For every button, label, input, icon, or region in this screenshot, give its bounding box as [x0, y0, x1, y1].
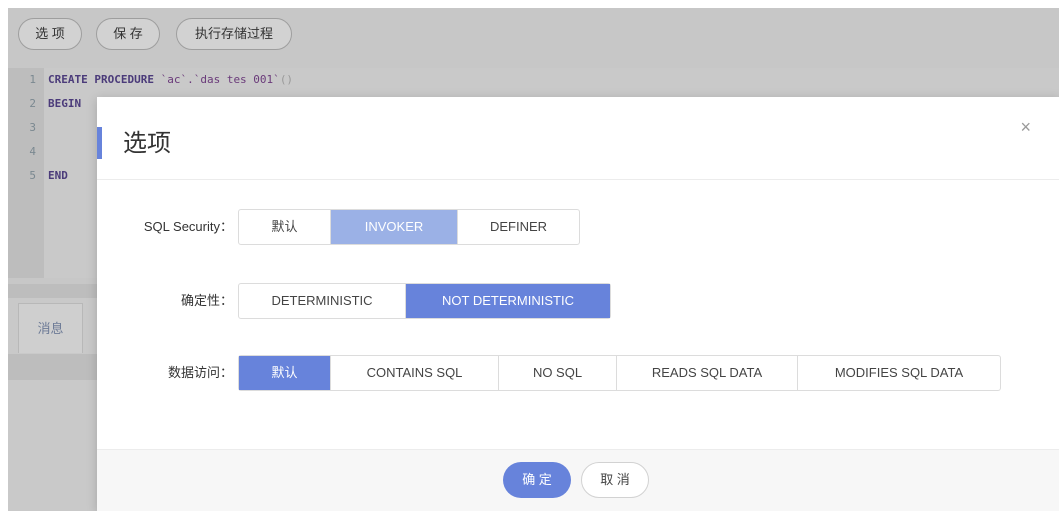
code-line: 1 CREATE PROCEDURE `ac`.`das tes 001`(): [8, 68, 293, 92]
close-icon[interactable]: ×: [1020, 117, 1031, 137]
deterministic-label: 确定性：: [180, 293, 233, 308]
code-keyword: BEGIN: [48, 97, 82, 110]
deterministic-selector: DETERMINISTIC NOT DETERMINISTIC: [238, 283, 611, 319]
save-button[interactable]: 保 存: [96, 18, 160, 50]
deterministic-option-not-deterministic[interactable]: NOT DETERMINISTIC: [406, 284, 610, 318]
data-access-option-default[interactable]: 默认: [239, 356, 331, 390]
title-divider: [97, 179, 1059, 180]
line-number: 1: [29, 73, 36, 86]
cancel-button[interactable]: 取 消: [581, 462, 649, 498]
line-number: 4: [29, 145, 36, 158]
line-number: 2: [29, 97, 36, 110]
options-button[interactable]: 选 项: [18, 18, 82, 50]
execute-procedure-button[interactable]: 执行存储过程: [176, 18, 292, 50]
code-keyword: END: [48, 169, 68, 182]
code-identifier: `ac`.`das tes 001`: [153, 73, 280, 86]
code-line: 5 END: [8, 164, 68, 188]
sql-security-option-definer[interactable]: DEFINER: [458, 210, 579, 244]
sql-security-selector: 默认 INVOKER DEFINER: [238, 209, 580, 245]
data-access-option-modifies-sql-data[interactable]: MODIFIES SQL DATA: [798, 356, 1000, 390]
data-access-selector: 默认 CONTAINS SQL NO SQL READS SQL DATA MO…: [238, 355, 1001, 391]
options-dialog: 选项 × SQL Security： 默认 INVOKER DEFINER 确定…: [97, 97, 1059, 511]
data-access-option-no-sql[interactable]: NO SQL: [499, 356, 617, 390]
dialog-footer: 确 定 取 消: [97, 449, 1059, 511]
code-line: 3: [8, 116, 36, 140]
toolbar: 选 项 保 存 执行存储过程: [8, 8, 1059, 62]
sql-security-label: SQL Security：: [143, 219, 233, 234]
data-access-option-contains-sql[interactable]: CONTAINS SQL: [331, 356, 499, 390]
deterministic-option-deterministic[interactable]: DETERMINISTIC: [239, 284, 406, 318]
confirm-button[interactable]: 确 定: [503, 462, 571, 498]
sql-security-option-invoker[interactable]: INVOKER: [331, 210, 458, 244]
code-line: 2 BEGIN: [8, 92, 81, 116]
data-access-option-reads-sql-data[interactable]: READS SQL DATA: [617, 356, 798, 390]
title-accent-bar: [97, 127, 102, 159]
tab-messages[interactable]: 消息: [18, 303, 83, 353]
line-number: 3: [29, 121, 36, 134]
line-number: 5: [29, 169, 36, 182]
code-line: 4: [8, 140, 36, 164]
sql-security-option-default[interactable]: 默认: [239, 210, 331, 244]
data-access-label: 数据访问：: [167, 365, 233, 380]
code-keyword: CREATE PROCEDURE: [48, 73, 154, 86]
dialog-title: 选项: [123, 130, 171, 157]
code-paren: (): [279, 73, 294, 86]
